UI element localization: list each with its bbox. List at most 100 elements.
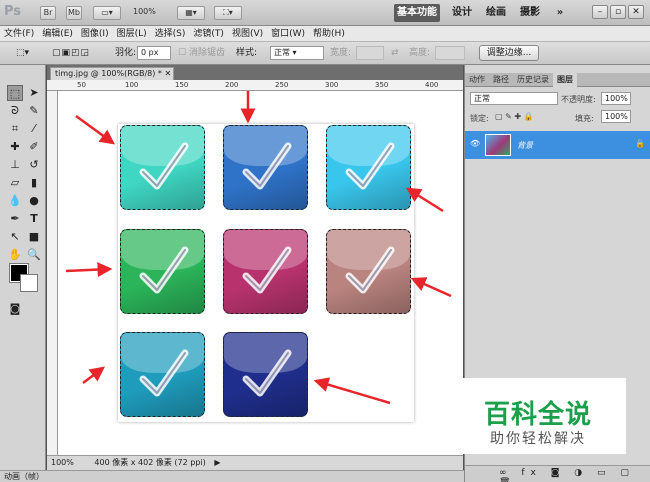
canvas[interactable]	[58, 91, 463, 455]
history-brush-icon[interactable]: ↺	[26, 157, 42, 173]
blend-mode-select[interactable]: 正常	[470, 92, 558, 105]
clone-stamp-icon[interactable]: ⊥	[7, 157, 23, 173]
workspace-essentials[interactable]: 基本功能	[394, 4, 440, 22]
bridge-button[interactable]: Br	[40, 6, 56, 20]
close-tab-icon[interactable]: ✕	[164, 69, 171, 78]
maximize-icon[interactable]: ▫	[610, 5, 626, 19]
tab-paths[interactable]: 路径	[489, 73, 513, 87]
status-info[interactable]: 400 像素 x 402 像素 (72 ppi)	[76, 458, 205, 467]
layer-name[interactable]: 背景	[517, 140, 533, 151]
view-extras-button[interactable]: ▭▾	[93, 6, 121, 20]
arrange-documents-button[interactable]: ▦▾	[177, 6, 205, 20]
menu-help[interactable]: 帮助(H)	[309, 26, 349, 42]
feather-label: 羽化:	[115, 48, 137, 58]
layer-row[interactable]: 👁 背景 🔒	[465, 131, 650, 159]
brush-icon[interactable]: ✐	[26, 139, 42, 155]
workspace-painting[interactable]: 绘画	[484, 4, 508, 22]
ruler-label: 350	[375, 81, 389, 89]
gradient-icon[interactable]: ▮	[26, 175, 42, 191]
pen-icon[interactable]: ✒	[7, 211, 23, 227]
style-select[interactable]: 正常 ▾	[270, 46, 324, 60]
lock-icons[interactable]: ▢ ✎ ✚ 🔒	[495, 112, 534, 121]
fill-label: 填充:	[575, 114, 594, 123]
minimize-icon[interactable]: –	[592, 5, 608, 19]
document-tab[interactable]: timg.jpg @ 100%(RGB/8) * ✕	[50, 67, 174, 80]
opacity-label: 不透明度:	[561, 95, 596, 104]
screen-mode-button[interactable]: ⛶▾	[214, 6, 242, 20]
menu-layer[interactable]: 图层(L)	[113, 26, 151, 42]
animation-panel-tab[interactable]: 动画（帧）	[0, 470, 464, 482]
fill-input[interactable]: 100%	[601, 110, 631, 123]
rectangular-marquee-icon[interactable]: ⬚	[7, 85, 23, 101]
antialias-checkbox[interactable]: ☐ 消除锯齿	[178, 47, 225, 60]
workspace-photography[interactable]: 摄影	[518, 4, 542, 22]
opacity-input[interactable]: 100%	[601, 92, 631, 105]
tab-history[interactable]: 历史记录	[513, 73, 553, 87]
more-workspaces-icon[interactable]: »	[552, 4, 568, 22]
status-bar: 100% 400 像素 x 402 像素 (72 ppi) ▶	[47, 455, 463, 470]
hand-icon[interactable]: ✋	[7, 247, 23, 263]
menu-window[interactable]: 窗口(W)	[267, 26, 309, 42]
dodge-icon[interactable]: ●	[26, 193, 42, 209]
feather-input[interactable]: 0 px	[137, 46, 171, 60]
eyedropper-icon[interactable]: ⁄	[26, 121, 42, 137]
lasso-icon[interactable]: ᘐ	[7, 103, 23, 119]
width-input[interactable]	[356, 46, 384, 60]
document-window: timg.jpg @ 100%(RGB/8) * ✕ 50 100 150 20…	[47, 65, 463, 470]
vertical-ruler	[47, 91, 58, 455]
blend-mode-value: 正常	[474, 94, 490, 103]
options-bar: ⬚▾ ▢▣◰◲ 羽化: 0 px ☐ 消除锯齿 样式: 正常 ▾ 宽度: ⇄ 高…	[0, 42, 650, 65]
swap-icon[interactable]: ⇄	[391, 47, 399, 60]
window-controls: – ▫ ✕	[590, 5, 644, 19]
arrow-left-middle	[65, 262, 113, 278]
zoom-icon[interactable]: 🔍	[26, 247, 42, 263]
menu-file[interactable]: 文件(F)	[0, 26, 38, 42]
ruler-label: 200	[225, 81, 239, 89]
background-color-swatch[interactable]	[20, 274, 38, 292]
blur-icon[interactable]: 💧	[7, 193, 23, 209]
toolbox: ⬚ ➤ ᘐ ✎ ⌗ ⁄ ✚ ✐ ⊥ ↺ ▱ ▮ 💧 ● ✒ T ↖ ■ ✋ 🔍 …	[0, 65, 46, 470]
workspace-design[interactable]: 设计	[450, 4, 474, 22]
ruler-label: 400	[425, 81, 439, 89]
photoshop-window: Ps Br Mb ▭▾ 100% ▦▾ ⛶▾ 基本功能 设计 绘画 摄影 » –…	[0, 0, 650, 482]
visibility-eye-icon[interactable]: 👁	[470, 139, 480, 148]
application-bar: Ps Br Mb ▭▾ 100% ▦▾ ⛶▾ 基本功能 设计 绘画 摄影 » –…	[0, 0, 650, 26]
marquee-preset-icon[interactable]: ⬚▾	[16, 47, 29, 60]
quick-select-icon[interactable]: ✎	[26, 103, 42, 119]
layer-thumbnail	[485, 134, 511, 156]
quick-mask-icon[interactable]: ◙	[7, 301, 23, 317]
close-icon[interactable]: ✕	[628, 5, 644, 19]
arrow-top-left	[75, 114, 116, 145]
refine-edge-button[interactable]: 调整边缘...	[479, 45, 539, 61]
menu-bar: 文件(F) 编辑(E) 图像(I) 图层(L) 选择(S) 滤镜(T) 视图(V) 窗口(W)…	[0, 26, 650, 42]
healing-brush-icon[interactable]: ✚	[7, 139, 23, 155]
tab-layers[interactable]: 图层	[553, 73, 577, 87]
watermark-title: 百科全说	[484, 400, 593, 430]
height-label: 高度:	[409, 48, 431, 58]
ruler-label: 250	[275, 81, 289, 89]
status-zoom[interactable]: 100%	[47, 458, 74, 467]
selection-mode-icons[interactable]: ▢▣◰◲	[52, 47, 90, 60]
status-arrow-icon[interactable]: ▶	[208, 458, 220, 467]
antialias-label: 消除锯齿	[188, 48, 225, 58]
menu-edit[interactable]: 编辑(E)	[38, 26, 77, 42]
menu-image[interactable]: 图像(I)	[77, 26, 113, 42]
shape-icon[interactable]: ■	[26, 229, 42, 245]
document-title: timg.jpg @ 100%(RGB/8) *	[55, 69, 162, 78]
height-input[interactable]	[435, 46, 465, 60]
move-tool-icon[interactable]: ➤	[26, 85, 42, 101]
path-select-icon[interactable]: ↖	[7, 229, 23, 245]
watermark-logo: 百科全说 助你轻松解决	[462, 378, 626, 454]
type-icon[interactable]: T	[26, 211, 42, 227]
lock-label: 锁定:	[470, 114, 489, 123]
menu-filter[interactable]: 滤镜(T)	[189, 26, 228, 42]
layer-action-icons[interactable]: ∞ fx ◙ ◑ ▭ ▢ 🗑	[499, 468, 650, 482]
arrow-right-middle	[410, 277, 452, 298]
mini-bridge-button[interactable]: Mb	[66, 6, 82, 20]
eraser-icon[interactable]: ▱	[7, 175, 23, 191]
menu-select[interactable]: 选择(S)	[151, 26, 190, 42]
tab-actions[interactable]: 动作	[465, 73, 489, 87]
menu-view[interactable]: 视图(V)	[228, 26, 267, 42]
crop-icon[interactable]: ⌗	[7, 121, 23, 137]
zoom-level[interactable]: 100%	[133, 7, 156, 16]
